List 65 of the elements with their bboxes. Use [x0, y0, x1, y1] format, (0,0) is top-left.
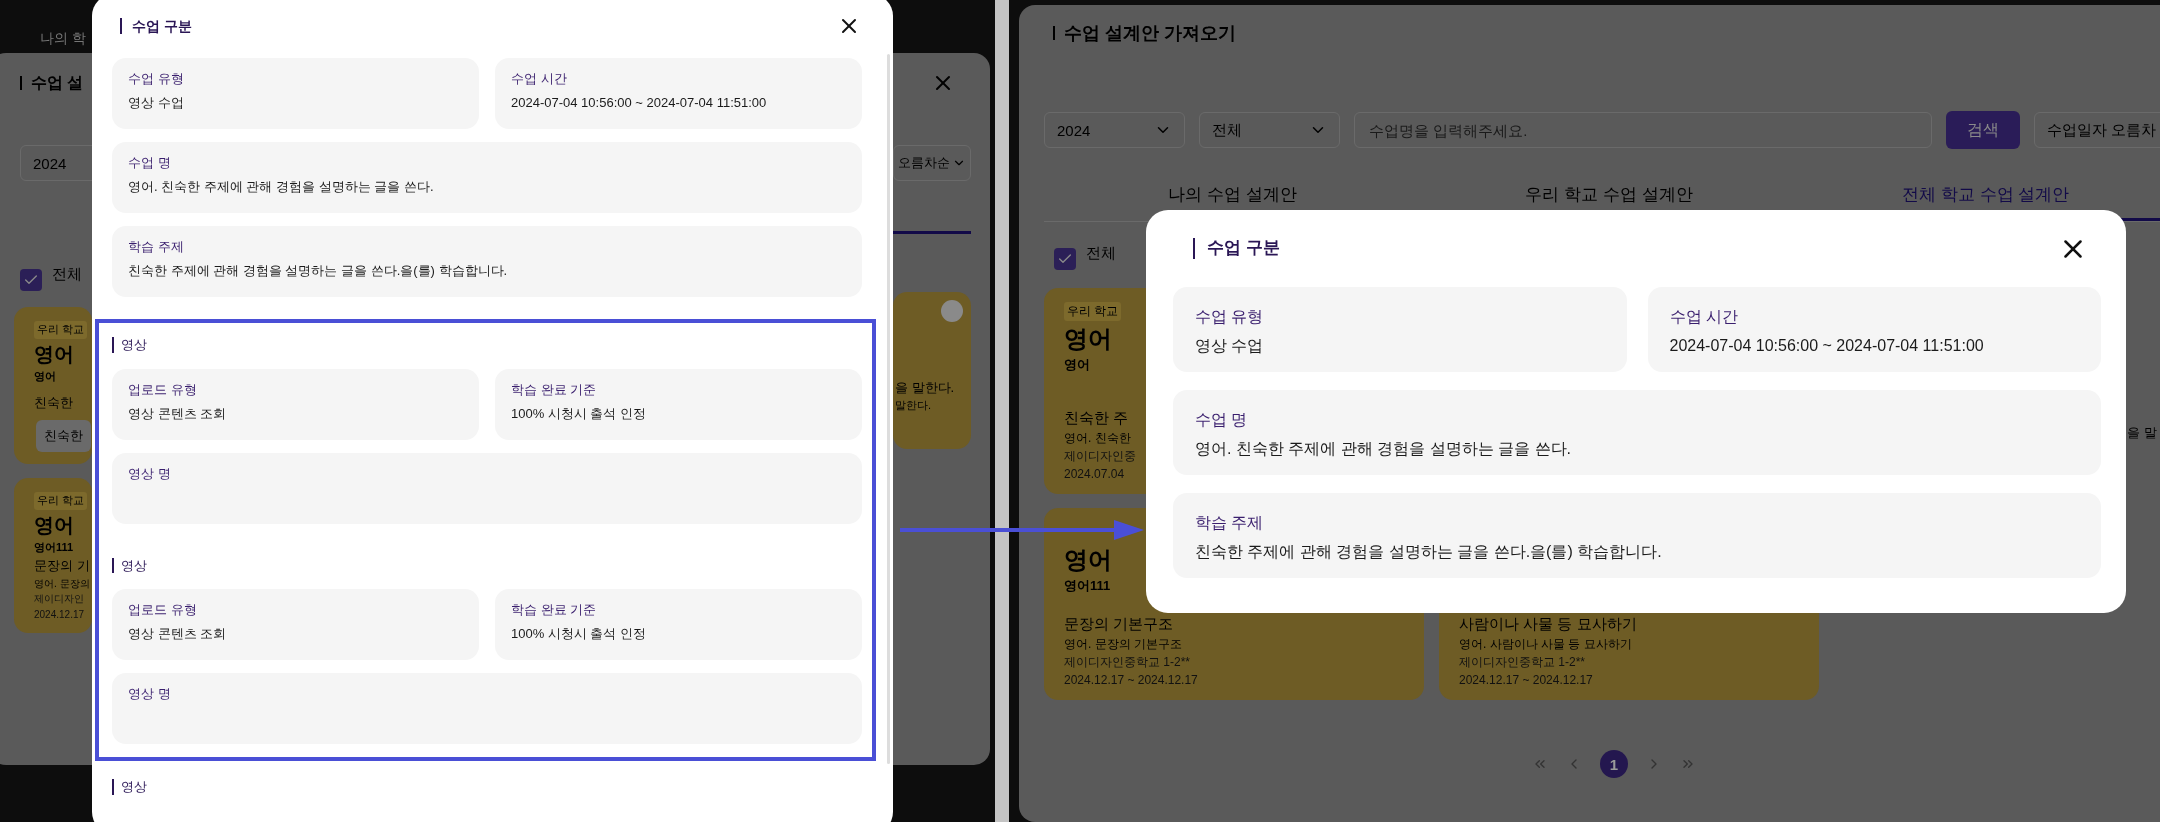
dialog-title: 수업 설: [31, 73, 84, 93]
card-subject: 영어: [34, 512, 74, 538]
field-value: 친숙한 주제에 관해 경험을 설명하는 글을 쓴다.을(를) 학습합니다.: [1195, 542, 1662, 562]
field-value: 100% 시청시 출석 인정: [511, 626, 647, 643]
card-subject: 영어: [1064, 545, 1112, 575]
field-value: 친숙한 주제에 관해 경험을 설명하는 글을 쓴다.을(를) 학습합니다.: [128, 263, 508, 280]
card-text: 영어. 사람이나 사물 등 묘사하기: [1459, 637, 1632, 652]
card-text: 친숙한: [34, 394, 73, 411]
card-text: 을 말한다.: [895, 380, 955, 397]
card-text: 2024.07.04: [1064, 467, 1125, 482]
school-tag: 우리 학교: [34, 321, 88, 339]
field-value: 영어. 친숙한 주제에 관해 경험을 설명하는 글을 쓴다.: [128, 179, 434, 196]
card-text: 2024.12.17 ~ 2024.12.17: [1459, 673, 1593, 688]
card-text: 문장의 기본구조: [1064, 615, 1174, 634]
field-value: 영상 콘텐츠 조회: [128, 405, 227, 423]
card-subject: 영어: [1064, 324, 1112, 354]
field-label: 업로드 유형: [128, 381, 197, 398]
section-title: 영상: [112, 779, 147, 795]
field-value: 100% 시청시 출석 인정: [511, 405, 647, 423]
card-text: 제이디자인중학교 1-2**: [1459, 655, 1586, 670]
field-value: 2024-07-04 10:56:00 ~ 2024-07-04 11:51:00: [1669, 336, 1984, 356]
field-value: 영상 수업: [1195, 336, 1264, 356]
field-label: 영상 명: [128, 465, 171, 482]
field-label: 수업 시간: [1669, 307, 1738, 327]
field-label: 수업 시간: [511, 71, 567, 88]
field-label: 학습 완료 기준: [511, 381, 597, 398]
card-text: 사람이나 사물 등 묘사하기: [1459, 615, 1637, 634]
section-title: 영상: [112, 337, 147, 353]
card-text: 영어. 문장의: [34, 577, 90, 590]
card-text: 말한다.: [895, 399, 932, 413]
card-course: 영어111: [1064, 578, 1111, 595]
card-text: 2024.12.17: [34, 608, 85, 621]
field-value: 2024-07-04 10:56:00 ~ 2024-07-04 11:51:00: [511, 95, 767, 112]
dialog-title: 수업 구분: [1193, 238, 1280, 259]
dialog-title: 수업 구분: [120, 17, 192, 35]
card-text: 영어. 문장의 기본구조: [1064, 637, 1182, 652]
card-course: 영어111: [34, 540, 74, 555]
card-course: 영어: [1064, 357, 1090, 374]
checkbox-label: 전체: [1086, 244, 1116, 263]
card-text: 영어. 친숙한: [1064, 431, 1131, 446]
card-text: 제이디자인: [34, 593, 84, 606]
field-label: 수업 유형: [1195, 307, 1264, 327]
card-text: 제이디자인중: [1064, 449, 1136, 464]
field-value: 영어. 친숙한 주제에 관해 경험을 설명하는 글을 쓴다.: [1195, 439, 1571, 459]
field-value: 영상 콘텐츠 조회: [128, 626, 227, 643]
school-tag: 우리 학교: [1064, 302, 1122, 321]
field-label: 수업 유형: [128, 71, 184, 88]
field-label: 학습 주제: [1195, 513, 1264, 533]
section-title: 영상: [112, 557, 147, 574]
card-text: 문장의 기: [34, 558, 90, 575]
card-text: 제이디자인중학교 1-2**: [1064, 655, 1191, 670]
school-tag: 우리 학교: [34, 492, 88, 510]
card-course: 영어: [34, 369, 56, 384]
field-label: 학습 주제: [128, 239, 184, 256]
field-value: 영상 수업: [128, 95, 184, 112]
field-label: 영상 명: [128, 686, 171, 703]
card-text: 을 말: [2127, 425, 2157, 442]
dialog-title: 수업 설계안 가져오기: [1064, 21, 1236, 45]
card-subject: 영어: [34, 341, 74, 367]
field-label: 수업 명: [1195, 410, 1248, 430]
checkbox-label: 전체: [52, 265, 82, 284]
field-label: 학습 완료 기준: [511, 602, 597, 619]
card-text: 2024.12.17 ~ 2024.12.17: [1064, 673, 1198, 688]
field-label: 업로드 유형: [128, 602, 197, 619]
card-text: 친숙한 주: [1064, 409, 1129, 428]
